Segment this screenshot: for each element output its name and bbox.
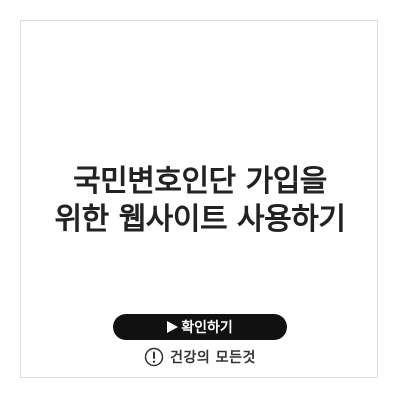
play-icon — [167, 321, 179, 333]
title-line-2: 위한 웹사이트 사용하기 — [54, 202, 346, 237]
title-line-1: 국민변호인단 가입을 — [73, 164, 327, 199]
confirm-button-label: 확인하기 — [181, 320, 233, 336]
brand-name: 건강의 모든것 — [170, 350, 256, 366]
confirm-button[interactable]: 확인하기 — [113, 314, 287, 340]
thumbnail-card: 국민변호인단 가입을 위한 웹사이트 사용하기 확인하기 건강의 모든것 — [0, 0, 400, 400]
page-title: 국민변호인단 가입을 위한 웹사이트 사용하기 — [0, 163, 400, 239]
brand-footer: 건강의 모든것 — [0, 346, 400, 368]
exclamation-circle-icon — [144, 347, 164, 367]
